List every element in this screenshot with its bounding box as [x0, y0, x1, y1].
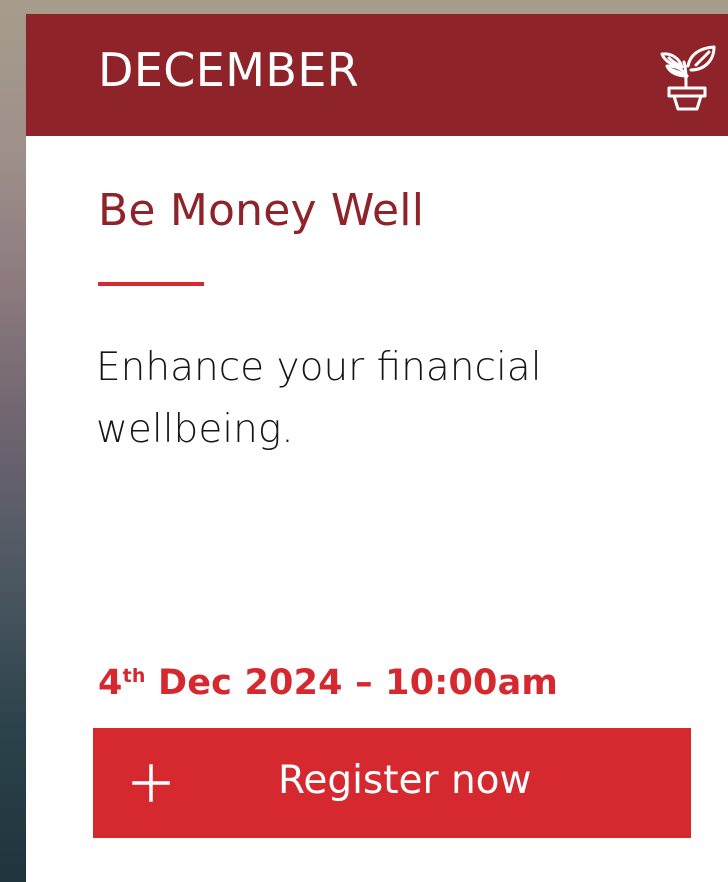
event-card: DECEMBER Be Money Well Enhance your fina… — [26, 14, 728, 882]
event-date-time-rest: Dec 2024 – 10:00am — [145, 663, 559, 703]
event-description: Enhance your financial wellbeing. — [96, 345, 542, 452]
register-label: Register now — [278, 758, 532, 803]
title-divider — [98, 282, 204, 286]
register-button[interactable]: Register now — [93, 728, 691, 838]
plant-icon — [660, 45, 716, 111]
event-datetime: 4th Dec 2024 – 10:00am — [98, 666, 558, 701]
event-day-number: 4 — [98, 663, 123, 703]
plus-icon — [132, 764, 170, 802]
month-label: DECEMBER — [98, 43, 360, 97]
event-title: Be Money Well — [98, 185, 425, 236]
card-header: DECEMBER — [26, 14, 728, 136]
event-day-suffix: th — [122, 665, 146, 687]
